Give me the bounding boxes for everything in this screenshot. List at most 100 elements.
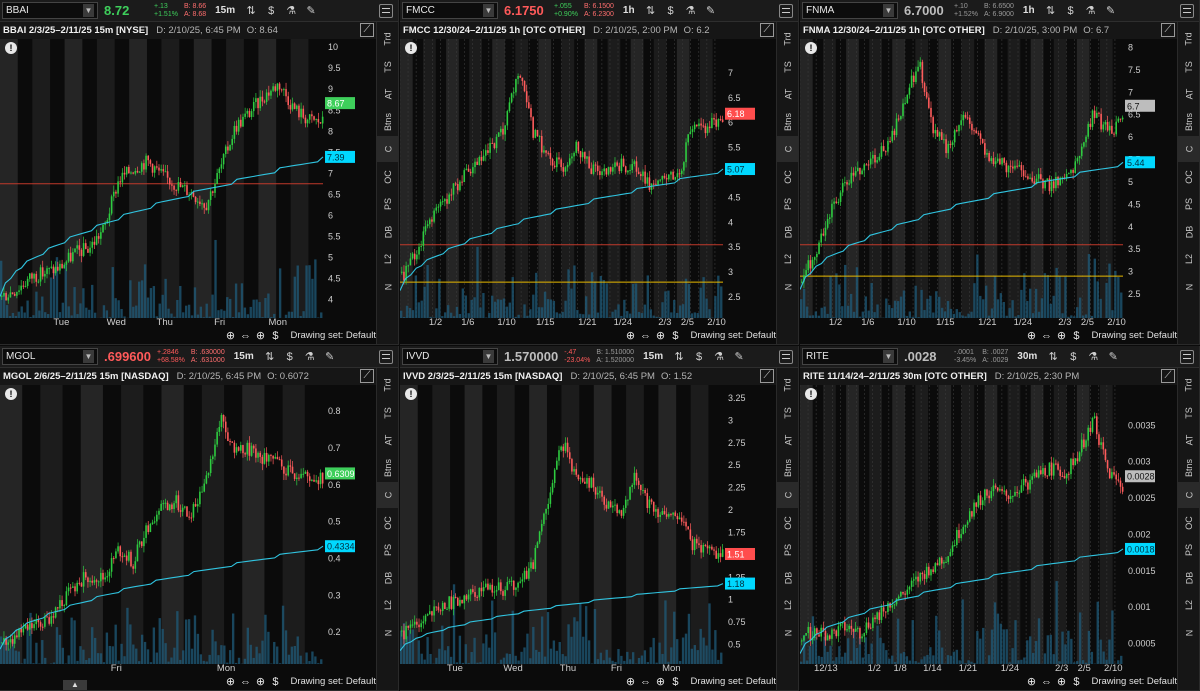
info-icon[interactable]: !: [405, 42, 417, 54]
side-tab-ps[interactable]: PS: [1178, 191, 1200, 217]
side-tab-btns[interactable]: Btns: [1178, 455, 1200, 481]
price-chart[interactable]: 109.598.587.576.565.554.548.677.39: [0, 39, 377, 318]
drawing-set-selector[interactable]: Drawing set: Default: [290, 676, 376, 687]
studies-icon[interactable]: ⟋: [1161, 369, 1175, 383]
chevron-down-icon[interactable]: ▼: [483, 350, 494, 363]
side-tab-ts[interactable]: TS: [377, 400, 399, 426]
side-tab-l2[interactable]: L2: [777, 592, 799, 618]
drawing-set-selector[interactable]: Drawing set: Default: [690, 676, 776, 687]
dollar-icon[interactable]: $: [1070, 330, 1082, 342]
timeframe-selector[interactable]: 1h: [620, 5, 638, 16]
side-tab-db[interactable]: DB: [377, 565, 399, 591]
chevron-down-icon[interactable]: ▼: [883, 350, 894, 363]
symbol-input[interactable]: FMCC ▼: [402, 2, 498, 19]
side-tab-at[interactable]: AT: [1178, 81, 1200, 107]
side-tab-c[interactable]: C: [377, 136, 399, 162]
info-icon[interactable]: !: [805, 388, 817, 400]
symbol-input[interactable]: RITE ▼: [802, 348, 898, 365]
info-icon[interactable]: !: [5, 42, 17, 54]
symbol-input[interactable]: MGOL ▼: [2, 348, 98, 365]
panel-menu-icon[interactable]: [379, 4, 393, 18]
side-tab-at[interactable]: AT: [777, 81, 799, 107]
side-tab-oc[interactable]: OC: [1178, 510, 1200, 536]
style-icon[interactable]: ⇅: [1046, 350, 1060, 364]
side-tab-n[interactable]: N: [377, 620, 399, 646]
dollar-icon[interactable]: $: [1064, 4, 1078, 18]
panel-menu-icon[interactable]: [1180, 4, 1194, 18]
crosshair-icon[interactable]: ⊕: [254, 675, 266, 688]
symbol-input[interactable]: BBAI ▼: [2, 2, 98, 19]
side-tab-n[interactable]: N: [1178, 620, 1200, 646]
style-icon[interactable]: ⇅: [263, 350, 277, 364]
side-tab-trd[interactable]: Trd: [1178, 26, 1200, 52]
side-tab-db[interactable]: DB: [377, 219, 399, 245]
flask-icon[interactable]: ⚗: [284, 4, 298, 18]
timeframe-selector[interactable]: 15m: [231, 351, 257, 362]
side-tab-ts[interactable]: TS: [377, 54, 399, 80]
drawing-icon[interactable]: ✎: [1106, 350, 1120, 364]
zoom-icon[interactable]: ⊕: [624, 329, 636, 342]
side-tab-btns[interactable]: Btns: [777, 109, 799, 135]
side-tab-c[interactable]: C: [1178, 136, 1200, 162]
side-tab-ts[interactable]: TS: [1178, 400, 1200, 426]
side-tab-oc[interactable]: OC: [777, 510, 799, 536]
dollar-icon[interactable]: $: [669, 676, 681, 688]
flask-icon[interactable]: ⚗: [303, 350, 317, 364]
panel-menu-icon[interactable]: [779, 350, 793, 364]
zoom-icon[interactable]: ⊕: [1025, 675, 1037, 688]
style-icon[interactable]: ⇅: [644, 4, 658, 18]
studies-icon[interactable]: ⟋: [1161, 23, 1175, 37]
chevron-down-icon[interactable]: ▼: [83, 350, 94, 363]
side-tab-n[interactable]: N: [377, 274, 399, 300]
studies-icon[interactable]: ⟋: [360, 23, 374, 37]
side-tab-l2[interactable]: L2: [777, 246, 799, 272]
zoom-icon[interactable]: ⊕: [1025, 329, 1037, 342]
side-tab-db[interactable]: DB: [777, 565, 799, 591]
drawing-set-selector[interactable]: Drawing set: Default: [290, 330, 376, 341]
drawing-set-selector[interactable]: Drawing set: Default: [1091, 330, 1177, 341]
dollar-icon[interactable]: $: [1070, 676, 1082, 688]
side-tab-n[interactable]: N: [777, 274, 799, 300]
side-tab-at[interactable]: AT: [1178, 427, 1200, 453]
side-tab-ps[interactable]: PS: [1178, 537, 1200, 563]
style-icon[interactable]: ⇅: [1044, 4, 1058, 18]
crosshair-icon[interactable]: ⊕: [1055, 675, 1067, 688]
side-tab-oc[interactable]: OC: [377, 164, 399, 190]
side-tab-btns[interactable]: Btns: [1178, 109, 1200, 135]
side-tab-oc[interactable]: OC: [1178, 164, 1200, 190]
crosshair-icon[interactable]: ⊕: [654, 329, 666, 342]
pan-icon[interactable]: ⇔: [639, 676, 651, 688]
side-tab-db[interactable]: DB: [1178, 565, 1200, 591]
drawing-icon[interactable]: ✎: [323, 350, 337, 364]
dollar-icon[interactable]: $: [692, 350, 706, 364]
dollar-icon[interactable]: $: [269, 330, 281, 342]
pan-icon[interactable]: ⇔: [639, 330, 651, 342]
price-chart[interactable]: 0.0035 0.003 0.0025 0.002 0.0015 0.001 0.0005 0…: [799, 385, 1177, 664]
side-tab-c[interactable]: C: [1178, 482, 1200, 508]
side-tab-ps[interactable]: PS: [777, 191, 799, 217]
side-tab-trd[interactable]: Trd: [777, 372, 799, 398]
dollar-icon[interactable]: $: [264, 4, 278, 18]
chevron-down-icon[interactable]: ▼: [883, 4, 894, 17]
dollar-icon[interactable]: $: [1066, 350, 1080, 364]
studies-icon[interactable]: ⟋: [360, 369, 374, 383]
side-tab-ps[interactable]: PS: [777, 537, 799, 563]
timeframe-selector[interactable]: 15m: [212, 5, 238, 16]
pan-icon[interactable]: ⇔: [239, 676, 251, 688]
drawing-set-selector[interactable]: Drawing set: Default: [1091, 676, 1177, 687]
dollar-icon[interactable]: $: [664, 4, 678, 18]
side-tab-c[interactable]: C: [377, 482, 399, 508]
info-icon[interactable]: !: [805, 42, 817, 54]
side-tab-trd[interactable]: Trd: [377, 372, 399, 398]
studies-icon[interactable]: ⟋: [760, 23, 774, 37]
side-tab-oc[interactable]: OC: [777, 164, 799, 190]
timeframe-selector[interactable]: 1h: [1020, 5, 1038, 16]
style-icon[interactable]: ⇅: [672, 350, 686, 364]
flask-icon[interactable]: ⚗: [712, 350, 726, 364]
side-tab-ts[interactable]: TS: [777, 54, 799, 80]
side-tab-btns[interactable]: Btns: [377, 455, 399, 481]
panel-menu-icon[interactable]: [1180, 350, 1194, 364]
chevron-down-icon[interactable]: ▼: [483, 4, 494, 17]
drawing-icon[interactable]: ✎: [1104, 4, 1118, 18]
side-tab-l2[interactable]: L2: [377, 592, 399, 618]
